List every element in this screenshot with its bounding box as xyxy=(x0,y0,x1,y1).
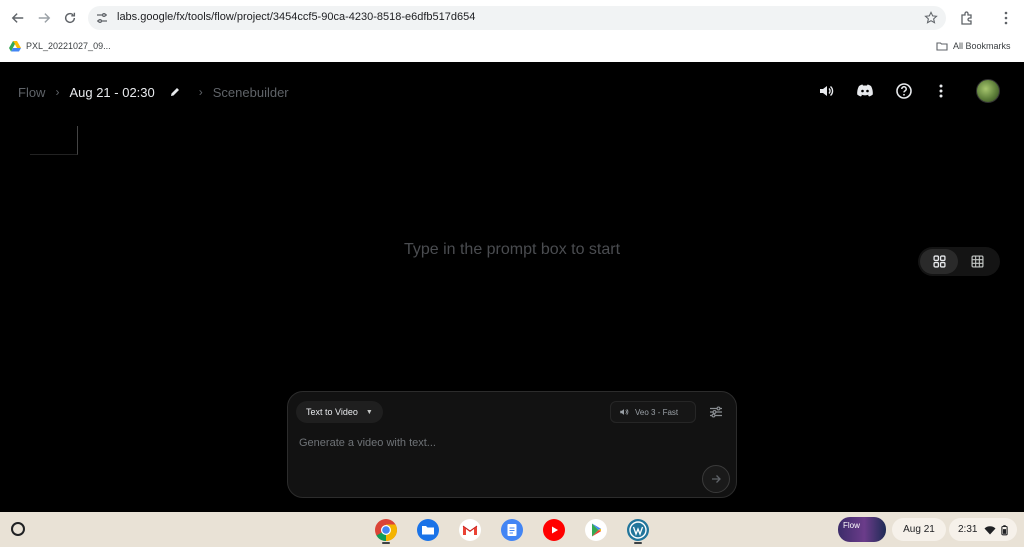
docs-app-icon[interactable] xyxy=(500,518,524,542)
clock-label: 2:31 xyxy=(958,524,978,535)
bookmark-item[interactable]: PXL_20221027_09... xyxy=(9,40,111,52)
os-shelf: Flow Aug 21 2:31 xyxy=(0,512,1024,547)
caret-down-icon: ▼ xyxy=(365,408,373,416)
youtube-icon xyxy=(543,519,565,541)
files-icon xyxy=(417,519,439,541)
browser-toolbar: labs.google/fx/tools/flow/project/3454cc… xyxy=(0,0,1024,36)
youtube-app-icon[interactable] xyxy=(542,518,566,542)
grid-2x2-icon xyxy=(932,255,946,268)
arrow-right-icon xyxy=(712,475,721,483)
files-app-icon[interactable] xyxy=(416,518,440,542)
url-text: labs.google/fx/tools/flow/project/3454cc… xyxy=(117,11,476,23)
empty-state-message: Type in the prompt box to start xyxy=(403,241,621,258)
breadcrumb-flow[interactable]: Flow xyxy=(18,85,45,100)
play-store-app-icon[interactable] xyxy=(584,518,608,542)
send-button[interactable] xyxy=(702,465,730,493)
view-toggle xyxy=(918,247,1000,276)
flow-app: Flow › Aug 21 - 02:30 › Scenebuilder Typ… xyxy=(0,62,1024,512)
discord-icon[interactable] xyxy=(855,82,875,100)
address-bar[interactable]: labs.google/fx/tools/flow/project/3454cc… xyxy=(88,6,946,30)
prompt-box: Text to Video ▼ Veo 3 - Fast xyxy=(287,391,737,498)
avatar[interactable] xyxy=(976,79,1000,103)
browser-chrome: labs.google/fx/tools/flow/project/3454cc… xyxy=(0,0,1024,62)
forward-button[interactable] xyxy=(34,8,54,28)
model-label: Veo 3 - Fast xyxy=(635,407,679,417)
prompt-input[interactable] xyxy=(299,434,699,452)
all-bookmarks-button[interactable]: All Bookmarks xyxy=(936,40,1011,52)
wifi-icon xyxy=(984,525,996,534)
chevron-right-icon: › xyxy=(198,85,203,99)
bookmarks-bar: PXL_20221027_09... All Bookmarks xyxy=(0,36,1024,60)
date-label: Aug 21 xyxy=(903,524,935,535)
back-button[interactable] xyxy=(8,8,28,28)
mode-select-button[interactable]: Text to Video ▼ xyxy=(296,401,383,423)
bookmark-label: PXL_20221027_09... xyxy=(26,41,111,51)
reload-button[interactable] xyxy=(60,8,80,28)
wordpress-app-icon[interactable] xyxy=(626,518,650,542)
volume-icon xyxy=(620,409,629,415)
all-bookmarks-label: All Bookmarks xyxy=(953,41,1011,51)
battery-icon xyxy=(1001,524,1009,535)
volume-icon[interactable] xyxy=(817,82,835,100)
more-vert-icon[interactable] xyxy=(932,82,950,100)
holding-space-label: Flow xyxy=(843,521,860,530)
extensions-icon[interactable] xyxy=(959,10,975,26)
chevron-right-icon: › xyxy=(55,85,60,99)
project-title[interactable]: Aug 21 - 02:30 xyxy=(69,85,154,100)
holding-space-thumbnail[interactable]: Flow xyxy=(838,517,886,542)
grid-large-view-button[interactable] xyxy=(920,249,958,274)
drive-icon xyxy=(9,41,21,52)
help-icon[interactable] xyxy=(895,82,913,100)
tune-settings-icon[interactable] xyxy=(709,405,723,419)
breadcrumb-scenebuilder[interactable]: Scenebuilder xyxy=(213,85,289,100)
gmail-icon xyxy=(459,519,481,541)
gmail-app-icon[interactable] xyxy=(458,518,482,542)
mode-label: Text to Video xyxy=(306,407,358,417)
docs-icon xyxy=(501,519,523,541)
grid-3x3-icon xyxy=(970,255,984,268)
model-select-button[interactable]: Veo 3 - Fast xyxy=(610,401,696,423)
wordpress-icon xyxy=(627,519,649,541)
scene-thumbnail-placeholder xyxy=(30,126,78,155)
chrome-icon xyxy=(375,519,397,541)
chrome-app-icon[interactable] xyxy=(374,518,398,542)
running-indicator xyxy=(634,542,642,544)
grid-small-view-button[interactable] xyxy=(958,249,996,274)
arrow-left-icon xyxy=(11,13,24,23)
breadcrumb: Flow › Aug 21 - 02:30 › Scenebuilder xyxy=(18,84,289,100)
site-settings-icon[interactable] xyxy=(96,12,108,24)
status-tray[interactable]: 2:31 xyxy=(949,518,1017,541)
edit-pencil-icon[interactable] xyxy=(169,86,181,98)
play-store-icon xyxy=(585,519,607,541)
folder-icon xyxy=(936,42,948,51)
more-vert-icon[interactable] xyxy=(998,10,1014,26)
date-tray[interactable]: Aug 21 xyxy=(892,518,946,541)
running-indicator xyxy=(382,542,390,544)
bookmark-star-icon[interactable] xyxy=(924,11,938,25)
arrow-right-icon xyxy=(38,13,51,23)
reload-icon xyxy=(64,12,76,24)
launcher-button[interactable] xyxy=(11,522,25,536)
